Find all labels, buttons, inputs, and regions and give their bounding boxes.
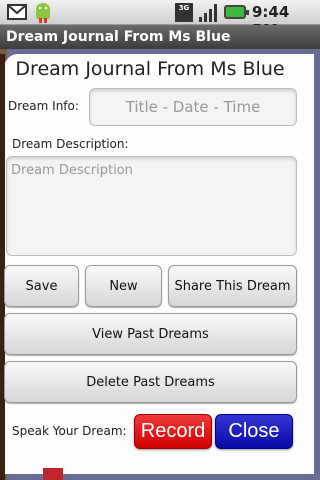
dream-description-label: Dream Description: xyxy=(12,137,129,151)
dream-info-input[interactable]: Title - Date - Time xyxy=(89,88,297,126)
app-title-bar: Dream Journal From Ms Blue xyxy=(0,25,320,49)
close-button[interactable]: Close xyxy=(215,414,293,449)
signal-icon xyxy=(198,3,218,22)
dream-description-input[interactable]: Dream Description xyxy=(6,156,297,256)
android-icon xyxy=(33,2,53,23)
status-bar: 3G 9:44 PM xyxy=(0,0,320,39)
battery-icon xyxy=(224,5,249,19)
new-button[interactable]: New xyxy=(85,265,162,307)
record-button[interactable]: Record xyxy=(134,414,212,449)
network-label: 3G xyxy=(178,4,190,12)
delete-past-dreams-button[interactable]: Delete Past Dreams xyxy=(4,361,297,403)
dream-info-label: Dream Info: xyxy=(8,99,79,113)
network-3g-icon: 3G xyxy=(175,3,193,22)
page-title: Dream Journal From Ms Blue xyxy=(15,58,285,80)
save-button[interactable]: Save xyxy=(4,265,79,307)
speak-dream-label: Speak Your Dream: xyxy=(12,424,127,438)
gmail-icon xyxy=(7,4,27,20)
view-past-dreams-button[interactable]: View Past Dreams xyxy=(4,313,297,355)
bookmark-ribbon xyxy=(43,468,63,480)
share-dream-button[interactable]: Share This Dream xyxy=(168,265,297,307)
